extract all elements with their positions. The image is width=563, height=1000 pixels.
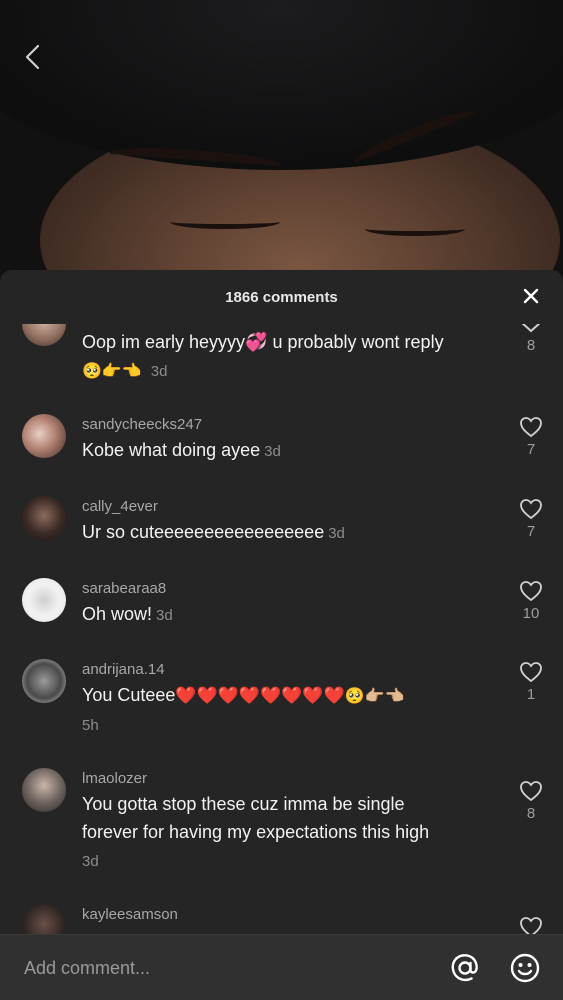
heart-outline-icon: [520, 781, 542, 802]
username[interactable]: andrijana.14: [82, 661, 165, 678]
like-count: 8: [526, 337, 536, 354]
heart-outline-icon: [520, 499, 542, 520]
heart-outline-icon: [520, 662, 542, 683]
like-count: 10: [522, 605, 540, 622]
comment-body: You gotta stop these cuz imma be single: [82, 794, 405, 814]
avatar[interactable]: [22, 414, 66, 458]
avatar[interactable]: [22, 904, 66, 934]
emoji-button[interactable]: [508, 951, 542, 985]
comment-timestamp: 3d: [82, 853, 99, 870]
comment-body: Oop im early heyyyy💞 u probably wont rep…: [82, 332, 444, 352]
username[interactable]: cally_4ever: [82, 498, 158, 515]
username[interactable]: kayleesamson: [82, 906, 178, 923]
mention-button[interactable]: [448, 951, 482, 985]
comment-timestamp: 3d: [328, 525, 345, 542]
at-sign-icon: [451, 954, 478, 982]
comments-header: 1866 comments: [0, 270, 563, 324]
like-button[interactable]: 8: [516, 324, 546, 354]
comments-count-title: 1866 comments: [225, 288, 338, 306]
avatar[interactable]: [22, 496, 66, 540]
comment-text: Kobe what doing ayee 3d: [82, 436, 502, 466]
like-count: 7: [526, 523, 536, 540]
comment-emojis: 🥺👉🏼👈🏼: [344, 686, 405, 705]
comment-text: Ur so cuteeeeeeeeeeeeeeeee 3d: [82, 518, 502, 548]
comments-sheet: 1866 comments – – – Oop im early heyyyy💞…: [0, 270, 563, 1000]
username[interactable]: sandycheecks247: [82, 416, 202, 433]
comment-text: Oh wow! 3d: [82, 600, 502, 630]
comment-timestamp: 5h: [82, 717, 99, 734]
comment-body: Oh wow!: [82, 604, 153, 624]
comment-body: You Cuteee: [82, 685, 176, 705]
comment-input-bar: [0, 934, 563, 1000]
comment-text: You gotta stop these cuz imma be single …: [82, 790, 502, 876]
close-button[interactable]: [521, 286, 541, 306]
avatar[interactable]: [22, 578, 66, 622]
like-button[interactable]: 1: [516, 661, 546, 703]
video-background: [0, 0, 563, 300]
avatar[interactable]: [22, 659, 66, 703]
avatar[interactable]: [22, 324, 66, 346]
chevron-down-icon: [521, 324, 541, 333]
heart-outline-icon: [520, 917, 542, 934]
comment-body: Ur so cuteeeeeeeeeeeeeeeee: [82, 522, 325, 542]
comment-body: Kobe what doing ayee: [82, 440, 261, 460]
like-button[interactable]: 7: [516, 498, 546, 540]
comment-timestamp: 3d: [264, 443, 281, 460]
back-button[interactable]: [20, 42, 44, 72]
username[interactable]: lmaolozer: [82, 770, 147, 787]
comment-hearts: ❤️❤️❤️❤️❤️❤️❤️❤️: [175, 686, 345, 706]
chevron-left-icon: [25, 44, 40, 70]
comment-body-line2: forever for having my expectations this …: [82, 822, 430, 842]
right-eye-shape: [365, 222, 465, 236]
comment-timestamp: 3d: [156, 607, 173, 624]
comment-emojis: 🥺👉👈: [82, 361, 142, 380]
like-button[interactable]: 10: [516, 580, 546, 622]
heart-outline-icon: [520, 581, 542, 602]
like-count: 1: [526, 686, 536, 703]
like-button[interactable]: [516, 916, 546, 934]
username[interactable]: sarabearaa8: [82, 580, 166, 597]
add-comment-input[interactable]: [24, 953, 424, 983]
close-icon: [523, 288, 539, 304]
comment-text: Oop im early heyyyy💞 u probably wont rep…: [82, 328, 502, 386]
comment-text: You Cuteee❤️❤️❤️❤️❤️❤️❤️❤️🥺👉🏼👈🏼 5h: [82, 681, 512, 740]
smiley-icon: [510, 953, 540, 983]
heart-outline-icon: [520, 417, 542, 438]
like-button[interactable]: 7: [516, 416, 546, 458]
avatar[interactable]: [22, 768, 66, 812]
like-button[interactable]: 8: [516, 780, 546, 822]
left-eye-shape: [170, 215, 280, 229]
comments-list[interactable]: – – – Oop im early heyyyy💞 u probably wo…: [0, 324, 563, 934]
like-count: 7: [526, 441, 536, 458]
like-count: 8: [526, 805, 536, 822]
hood-shape: [0, 0, 563, 170]
comment-timestamp: 3d: [150, 363, 168, 380]
